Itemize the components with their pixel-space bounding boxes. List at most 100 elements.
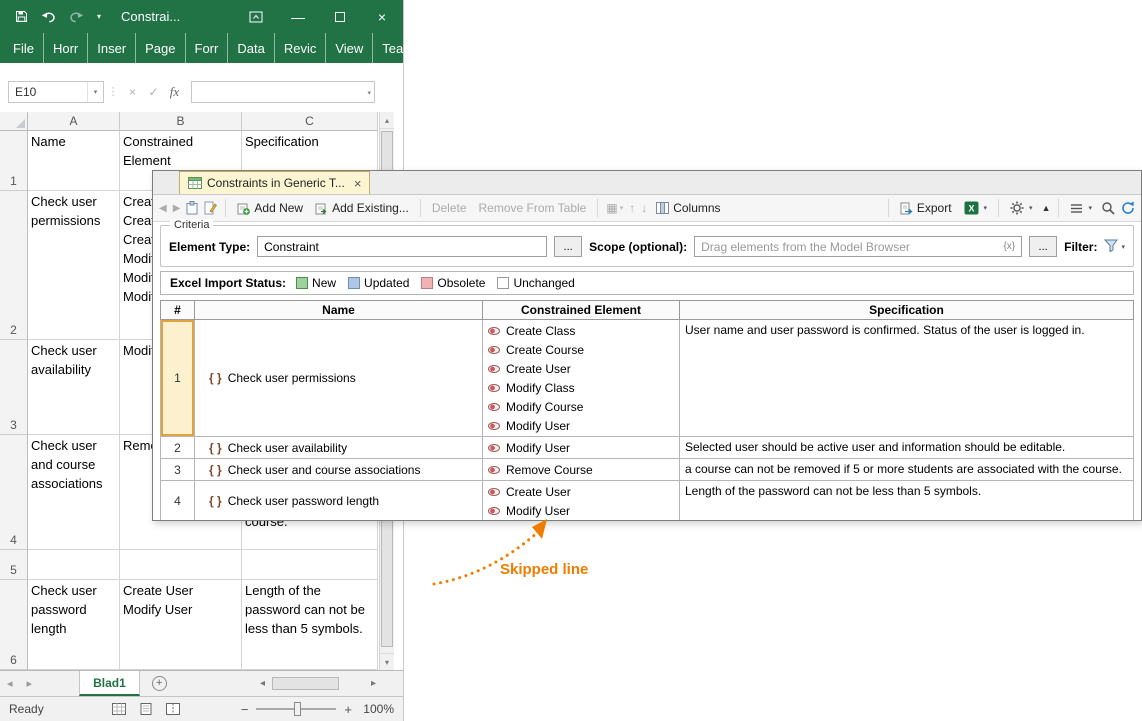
zoom-level[interactable]: 100% bbox=[360, 702, 394, 716]
cell-B6[interactable]: Create User Modify User bbox=[120, 580, 242, 670]
row-header-6[interactable]: 6 bbox=[0, 580, 28, 670]
specification-cell[interactable]: a course can not be removed if 5 or more… bbox=[679, 458, 1134, 481]
group-rows-icon[interactable]: ▦ ▾ bbox=[606, 201, 623, 215]
collapse-criteria-icon[interactable]: ▲ bbox=[1042, 203, 1051, 213]
edit-icon[interactable] bbox=[204, 201, 218, 215]
name-box[interactable]: E10 ▾ bbox=[8, 80, 104, 103]
ribbon-display-options-icon[interactable] bbox=[249, 11, 263, 23]
refresh-icon[interactable] bbox=[1121, 201, 1135, 215]
move-up-icon[interactable]: ↑ bbox=[629, 201, 635, 215]
undo-icon[interactable] bbox=[41, 11, 56, 23]
insert-function-icon[interactable]: fx bbox=[164, 84, 185, 100]
cell-A1[interactable]: Name bbox=[28, 131, 120, 191]
row-header-2[interactable]: 2 bbox=[0, 191, 28, 340]
formula-bar-splitter[interactable]: ⋮ bbox=[104, 85, 122, 98]
constrained-element-item[interactable]: Modify Class bbox=[485, 378, 677, 397]
ribbon-tab-file[interactable]: File bbox=[0, 33, 44, 63]
constrained-element-cell[interactable]: Create Class Create Course Create User Modi… bbox=[482, 319, 680, 437]
cell-A3[interactable]: Check user availability bbox=[28, 340, 120, 435]
copy-icon[interactable] bbox=[186, 201, 198, 215]
view-options-button[interactable]: ▾ bbox=[1067, 201, 1095, 216]
row-number-cell[interactable]: 3 bbox=[160, 458, 195, 481]
row-header-1[interactable]: 1 bbox=[0, 131, 28, 191]
formula-input[interactable]: ▾ bbox=[191, 80, 375, 103]
tell-me-box[interactable]: Tell m bbox=[422, 33, 489, 63]
specification-cell[interactable]: Length of the password can not be less t… bbox=[679, 480, 1134, 520]
scope-browse-button[interactable]: ... bbox=[1029, 236, 1058, 257]
close-button[interactable]: × bbox=[361, 0, 403, 33]
cell-A5[interactable] bbox=[28, 550, 120, 580]
new-sheet-button[interactable]: + bbox=[151, 676, 167, 691]
constrained-element-item[interactable]: Create Course bbox=[485, 340, 677, 359]
cell-A6[interactable]: Check user password length bbox=[28, 580, 120, 670]
table-row-1[interactable]: 1{ } Check user permissions Create Class Cr… bbox=[160, 319, 1134, 437]
ribbon-tab-horr[interactable]: Horr bbox=[44, 33, 89, 63]
zoom-out-button[interactable]: − bbox=[241, 702, 249, 717]
redo-icon[interactable] bbox=[69, 11, 84, 23]
constrained-element-item[interactable]: Modify User bbox=[485, 438, 677, 457]
horizontal-scroll-track[interactable] bbox=[270, 677, 366, 690]
search-icon[interactable] bbox=[1101, 201, 1115, 215]
ribbon-overflow-icon[interactable]: ▸ bbox=[489, 33, 502, 63]
name-cell[interactable]: { } Check user availability bbox=[194, 436, 483, 459]
ribbon-tab-revic[interactable]: Revic bbox=[275, 33, 327, 63]
ribbon-tab-page[interactable]: Page bbox=[136, 33, 186, 63]
ribbon-tab-inser[interactable]: Inser bbox=[88, 33, 137, 63]
cell-A4[interactable]: Check user and course associations bbox=[28, 435, 120, 550]
normal-view-icon[interactable] bbox=[111, 703, 126, 715]
page-layout-view-icon[interactable] bbox=[139, 703, 153, 715]
cell-B5[interactable] bbox=[120, 550, 242, 580]
constrained-element-item[interactable]: Remove Course bbox=[485, 460, 677, 479]
horizontal-scrollbar[interactable]: ◂ ▸ bbox=[255, 675, 381, 692]
close-tab-icon[interactable]: × bbox=[354, 176, 362, 191]
filter-button[interactable]: ▾ bbox=[1104, 239, 1125, 255]
select-all-button[interactable] bbox=[0, 112, 28, 131]
save-icon[interactable] bbox=[15, 10, 28, 23]
table-column-header-constrained-element[interactable]: Constrained Element bbox=[482, 300, 680, 320]
specification-cell[interactable]: Selected user should be active user and … bbox=[679, 436, 1134, 459]
tab-constraints-generic-table[interactable]: Constraints in Generic T... × bbox=[179, 171, 371, 194]
table-column-header-name[interactable]: Name bbox=[194, 300, 483, 320]
column-header-a[interactable]: A bbox=[28, 112, 120, 131]
table-options-button[interactable]: ▾ bbox=[1007, 199, 1036, 217]
move-down-icon[interactable]: ↓ bbox=[641, 201, 647, 215]
row-header-3[interactable]: 3 bbox=[0, 340, 28, 435]
element-type-field[interactable]: Constraint bbox=[257, 236, 548, 257]
cell-A2[interactable]: Check user permissions bbox=[28, 191, 120, 340]
element-type-browse-button[interactable]: ... bbox=[554, 236, 583, 257]
delete-button[interactable]: Delete bbox=[429, 199, 470, 217]
ribbon-tab-data[interactable]: Data bbox=[228, 33, 275, 63]
formula-expand-icon[interactable]: ▾ bbox=[367, 89, 371, 97]
table-column-header-num[interactable]: # bbox=[160, 300, 195, 320]
row-number-cell[interactable]: 4 bbox=[160, 480, 195, 520]
row-number-cell[interactable]: 1 bbox=[160, 319, 195, 437]
column-header-c[interactable]: C bbox=[242, 112, 378, 131]
ribbon-tab-forr[interactable]: Forr bbox=[186, 33, 229, 63]
constrained-element-cell[interactable]: Remove Course bbox=[482, 458, 680, 481]
add-new-button[interactable]: Add New bbox=[234, 199, 306, 217]
sheet-nav-left-icon[interactable]: ◂ bbox=[0, 677, 20, 690]
enter-icon[interactable]: ✓ bbox=[143, 85, 164, 99]
maximize-button[interactable] bbox=[319, 0, 361, 33]
table-row-2[interactable]: 2{ } Check user availability Modify User Se… bbox=[160, 436, 1134, 459]
scroll-down-icon[interactable]: ▾ bbox=[380, 653, 394, 670]
cell-C5[interactable] bbox=[242, 550, 378, 580]
ribbon-tab-view[interactable]: View bbox=[326, 33, 374, 63]
zoom-slider-thumb[interactable] bbox=[294, 702, 302, 716]
scroll-right-icon[interactable]: ▸ bbox=[366, 678, 381, 689]
cancel-icon[interactable]: × bbox=[122, 85, 143, 99]
zoom-slider[interactable] bbox=[256, 702, 337, 716]
constrained-element-item[interactable]: Modify Course bbox=[485, 397, 677, 416]
name-box-dropdown-icon[interactable]: ▾ bbox=[87, 81, 103, 102]
name-cell[interactable]: { } Check user permissions bbox=[194, 319, 483, 437]
constrained-element-item[interactable]: Create User bbox=[485, 482, 677, 501]
constrained-element-item[interactable]: Create User bbox=[485, 359, 677, 378]
scroll-left-icon[interactable]: ◂ bbox=[255, 678, 270, 689]
zoom-in-button[interactable]: + bbox=[344, 702, 352, 717]
export-button[interactable]: Export bbox=[897, 199, 955, 217]
minimize-button[interactable]: — bbox=[277, 0, 319, 33]
table-column-header-specification[interactable]: Specification bbox=[679, 300, 1134, 320]
sheet-tab-blad1[interactable]: Blad1 bbox=[79, 671, 140, 696]
columns-button[interactable]: Columns bbox=[653, 199, 723, 217]
horizontal-scroll-thumb[interactable] bbox=[272, 677, 340, 690]
